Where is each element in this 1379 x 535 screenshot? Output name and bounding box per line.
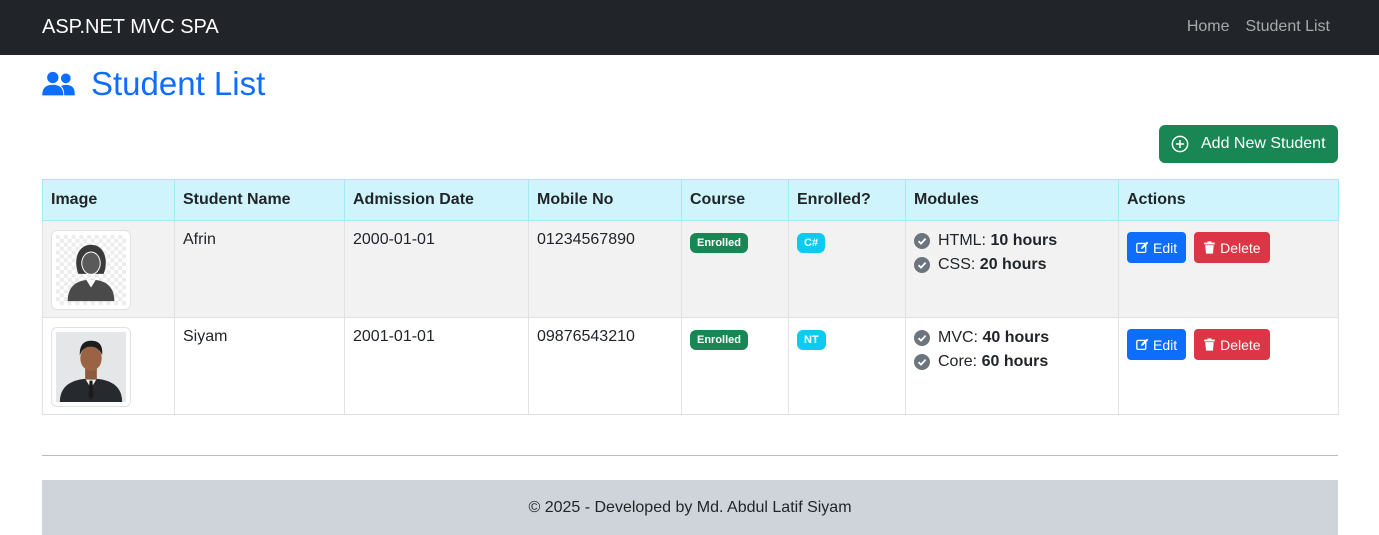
check-circle-icon (914, 330, 930, 346)
module-item: CSS: 20 hours (914, 255, 1110, 275)
course-badge: C# (797, 233, 826, 253)
student-avatar-afrin (51, 230, 131, 310)
add-new-student-label: Add New Student (1201, 135, 1326, 152)
mobile-cell: 01234567890 (528, 220, 682, 318)
edit-button[interactable]: Edit (1127, 232, 1187, 263)
delete-label: Delete (1220, 336, 1261, 353)
student-name-cell: Siyam (174, 317, 345, 415)
trash-icon (1204, 241, 1215, 254)
edit-icon (1136, 241, 1149, 254)
check-circle-icon (914, 233, 930, 249)
footer-divider (42, 455, 1338, 456)
status-badge: Enrolled (690, 330, 749, 350)
modules-cell: HTML: 10 hours CSS: 20 hours (905, 220, 1119, 318)
student-name-cell: Afrin (174, 220, 345, 318)
enrolled-cell: C# (788, 220, 906, 318)
module-duration: 10 hours (990, 232, 1058, 249)
row-actions: Edit Delete (1127, 232, 1330, 263)
column-header-enrolled: Enrolled? (788, 179, 906, 221)
column-header-actions: Actions (1118, 179, 1339, 221)
course-cell: Enrolled (681, 220, 789, 318)
module-item: Core: 60 hours (914, 352, 1110, 372)
column-header-student-name: Student Name (174, 179, 345, 221)
delete-button[interactable]: Delete (1194, 329, 1270, 360)
nav-links: Home Student List (1187, 18, 1330, 36)
module-duration: 40 hours (982, 329, 1050, 346)
status-badge: Enrolled (690, 233, 749, 253)
module-duration: 60 hours (981, 353, 1049, 370)
module-name: HTML: (938, 232, 986, 249)
admission-date-cell: 2001-01-01 (344, 317, 529, 415)
trash-icon (1204, 338, 1215, 351)
row-actions: Edit Delete (1127, 329, 1330, 360)
table-row: Siyam 2001-01-01 09876543210 Enrolled NT… (42, 317, 1339, 415)
image-cell (42, 220, 175, 318)
course-cell: Enrolled (681, 317, 789, 415)
users-icon (42, 71, 75, 96)
check-circle-icon (914, 354, 930, 370)
modules-cell: MVC: 40 hours Core: 60 hours (905, 317, 1119, 415)
male-student-photo (56, 332, 126, 402)
footer: © 2025 - Developed by Md. Abdul Latif Si… (42, 480, 1338, 535)
add-new-student-button[interactable]: Add New Student (1159, 125, 1338, 163)
table-header-row: Image Student Name Admission Date Mobile… (42, 179, 1339, 221)
mobile-cell: 09876543210 (528, 317, 682, 415)
module-name: MVC: (938, 329, 978, 346)
column-header-image: Image (42, 179, 175, 221)
delete-button[interactable]: Delete (1194, 232, 1270, 263)
plus-circle-icon (1171, 135, 1189, 153)
edit-button[interactable]: Edit (1127, 329, 1187, 360)
nav-link-home[interactable]: Home (1187, 18, 1230, 36)
column-header-mobile-no: Mobile No (528, 179, 682, 221)
module-name: Core: (938, 353, 978, 370)
edit-label: Edit (1153, 336, 1178, 353)
female-avatar-placeholder (56, 235, 126, 305)
student-photo-siyam (51, 327, 131, 407)
column-header-admission-date: Admission Date (344, 179, 529, 221)
nav-link-student-list[interactable]: Student List (1246, 18, 1331, 36)
enrolled-cell: NT (788, 317, 906, 415)
module-item: HTML: 10 hours (914, 231, 1110, 251)
edit-icon (1136, 338, 1149, 351)
table-row: Afrin 2000-01-01 01234567890 Enrolled C#… (42, 220, 1339, 318)
check-circle-icon (914, 257, 930, 273)
column-header-course: Course (681, 179, 789, 221)
module-name: CSS: (938, 256, 976, 273)
brand-link[interactable]: ASP.NET MVC SPA (42, 16, 219, 39)
module-duration: 20 hours (979, 256, 1047, 273)
footer-text: © 2025 - Developed by Md. Abdul Latif Si… (528, 498, 852, 516)
actions-cell: Edit Delete (1118, 220, 1339, 318)
delete-label: Delete (1220, 239, 1261, 256)
course-badge: NT (797, 330, 826, 350)
admission-date-cell: 2000-01-01 (344, 220, 529, 318)
page-header: Student List (42, 64, 265, 104)
actions-cell: Edit Delete (1118, 317, 1339, 415)
image-cell (42, 317, 175, 415)
column-header-modules: Modules (905, 179, 1119, 221)
top-navbar: ASP.NET MVC SPA Home Student List (0, 0, 1379, 55)
edit-label: Edit (1153, 239, 1178, 256)
page-title: Student List (91, 65, 266, 102)
module-item: MVC: 40 hours (914, 328, 1110, 348)
student-table: Image Student Name Admission Date Mobile… (42, 179, 1339, 415)
